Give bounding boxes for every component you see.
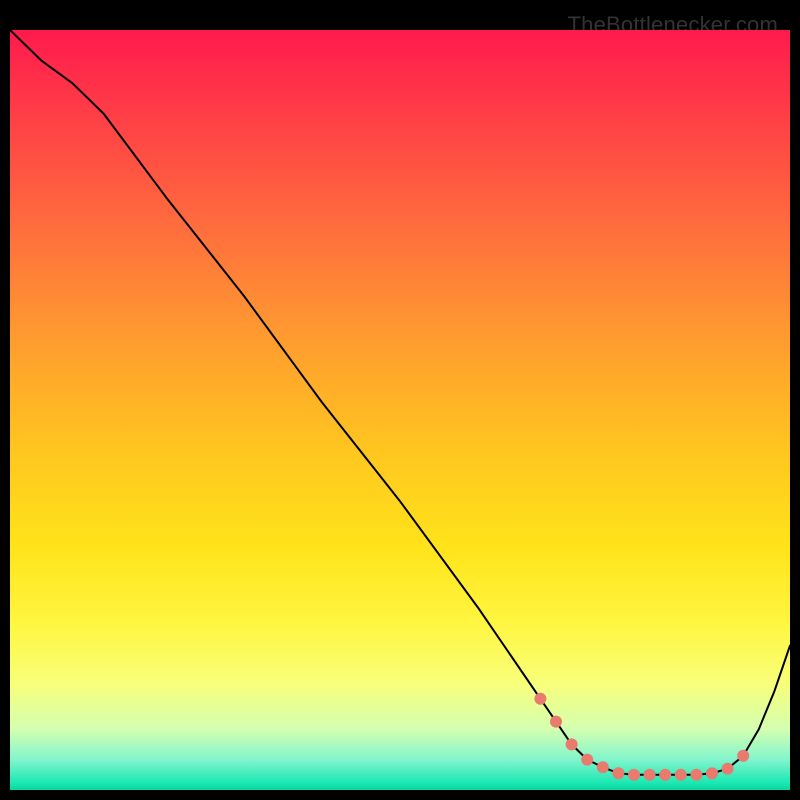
line-layer (10, 30, 790, 775)
marker-dot (566, 738, 578, 750)
bottleneck-curve-line (10, 30, 790, 775)
marker-dot (628, 769, 640, 781)
chart-frame: TheBottlenecker.com (10, 10, 790, 790)
marker-dot (534, 693, 546, 705)
marker-dot (644, 769, 656, 781)
marker-dot (706, 767, 718, 779)
marker-dot (737, 750, 749, 762)
marker-dot (675, 769, 687, 781)
marker-dot (690, 769, 702, 781)
bottleneck-chart-svg (10, 30, 790, 790)
marker-dot (659, 769, 671, 781)
marker-dot (722, 763, 734, 775)
marker-dot (612, 767, 624, 779)
marker-dot (597, 761, 609, 773)
marker-dot (581, 754, 593, 766)
plot-area (10, 30, 790, 790)
marker-dot (550, 716, 562, 728)
